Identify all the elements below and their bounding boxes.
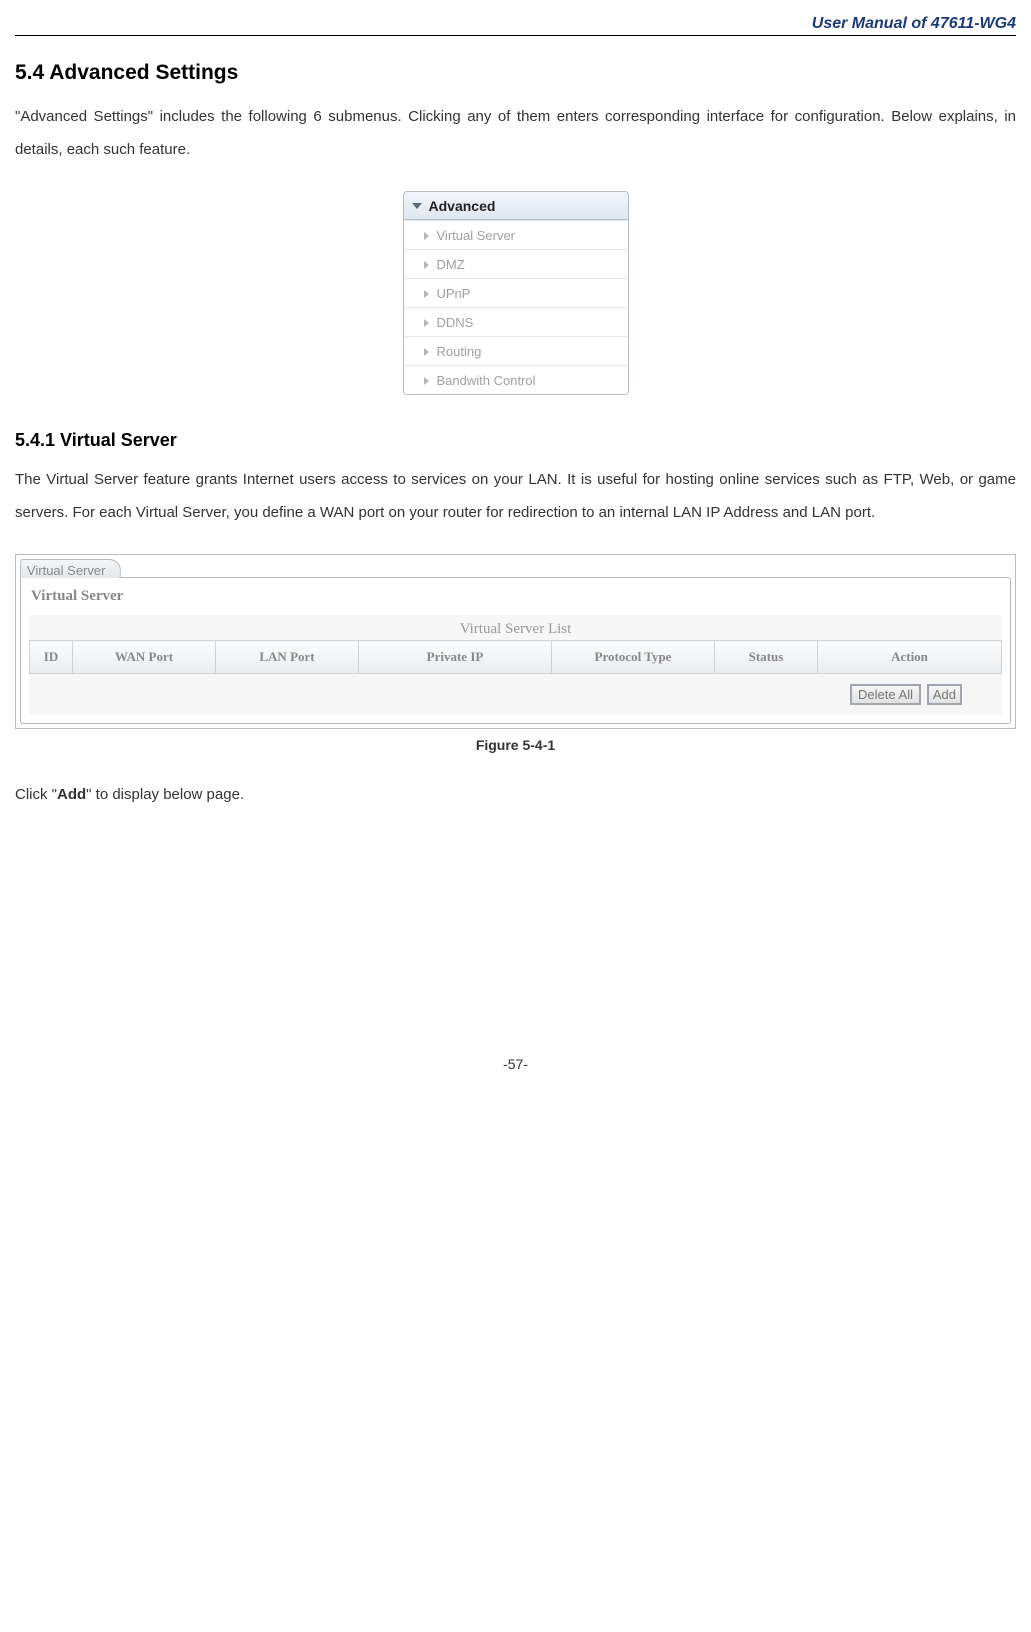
virtual-server-list-title: Virtual Server List	[29, 615, 1002, 640]
chevron-down-icon	[412, 203, 422, 209]
col-private-ip: Private IP	[359, 641, 552, 674]
menu-item-label: DMZ	[437, 257, 465, 272]
menu-item-ddns[interactable]: DDNS	[404, 307, 628, 336]
virtual-server-table: ID WAN Port LAN Port Private IP Protocol…	[29, 640, 1002, 674]
col-protocol-type: Protocol Type	[552, 641, 715, 674]
page-number: -57-	[15, 1056, 1016, 1072]
after-figure-text: Click "Add" to display below page.	[15, 778, 1016, 811]
menu-item-bandwidth[interactable]: Bandwith Control	[404, 365, 628, 394]
menu-item-routing[interactable]: Routing	[404, 336, 628, 365]
advanced-menu: Advanced Virtual Server DMZ UPnP DDNS Ro…	[403, 191, 629, 395]
chevron-right-icon	[424, 319, 429, 327]
menu-item-label: Virtual Server	[437, 228, 516, 243]
menu-item-dmz[interactable]: DMZ	[404, 249, 628, 278]
panel-tab-virtual-server[interactable]: Virtual Server	[20, 559, 121, 578]
panel-title: Virtual Server	[31, 588, 1002, 605]
col-lan-port: LAN Port	[216, 641, 359, 674]
col-status: Status	[715, 641, 818, 674]
chevron-right-icon	[424, 261, 429, 269]
subsection-heading: 5.4.1 Virtual Server	[15, 430, 1016, 451]
menu-item-upnp[interactable]: UPnP	[404, 278, 628, 307]
header-divider	[15, 35, 1016, 36]
figure-caption: Figure 5-4-1	[15, 737, 1016, 753]
subsection-body: The Virtual Server feature grants Intern…	[15, 463, 1016, 529]
virtual-server-panel: Virtual Server Virtual Server Virtual Se…	[15, 554, 1016, 729]
menu-item-label: Routing	[437, 344, 482, 359]
menu-item-label: UPnP	[437, 286, 471, 301]
col-id: ID	[30, 641, 73, 674]
chevron-right-icon	[424, 232, 429, 240]
add-button[interactable]: Add	[927, 684, 962, 705]
chevron-right-icon	[424, 377, 429, 385]
panel-tab-label: Virtual Server	[27, 563, 106, 578]
delete-all-button[interactable]: Delete All	[850, 684, 921, 705]
advanced-menu-title: Advanced	[429, 198, 496, 214]
col-action: Action	[818, 641, 1002, 674]
page-header-title: User Manual of 47611-WG4	[15, 15, 1016, 33]
chevron-right-icon	[424, 348, 429, 356]
chevron-right-icon	[424, 290, 429, 298]
menu-item-label: Bandwith Control	[437, 373, 536, 388]
advanced-menu-header[interactable]: Advanced	[404, 192, 628, 220]
menu-item-virtual-server[interactable]: Virtual Server	[404, 220, 628, 249]
section-intro: "Advanced Settings" includes the followi…	[15, 100, 1016, 166]
section-heading: 5.4 Advanced Settings	[15, 61, 1016, 85]
col-wan-port: WAN Port	[73, 641, 216, 674]
menu-item-label: DDNS	[437, 315, 474, 330]
